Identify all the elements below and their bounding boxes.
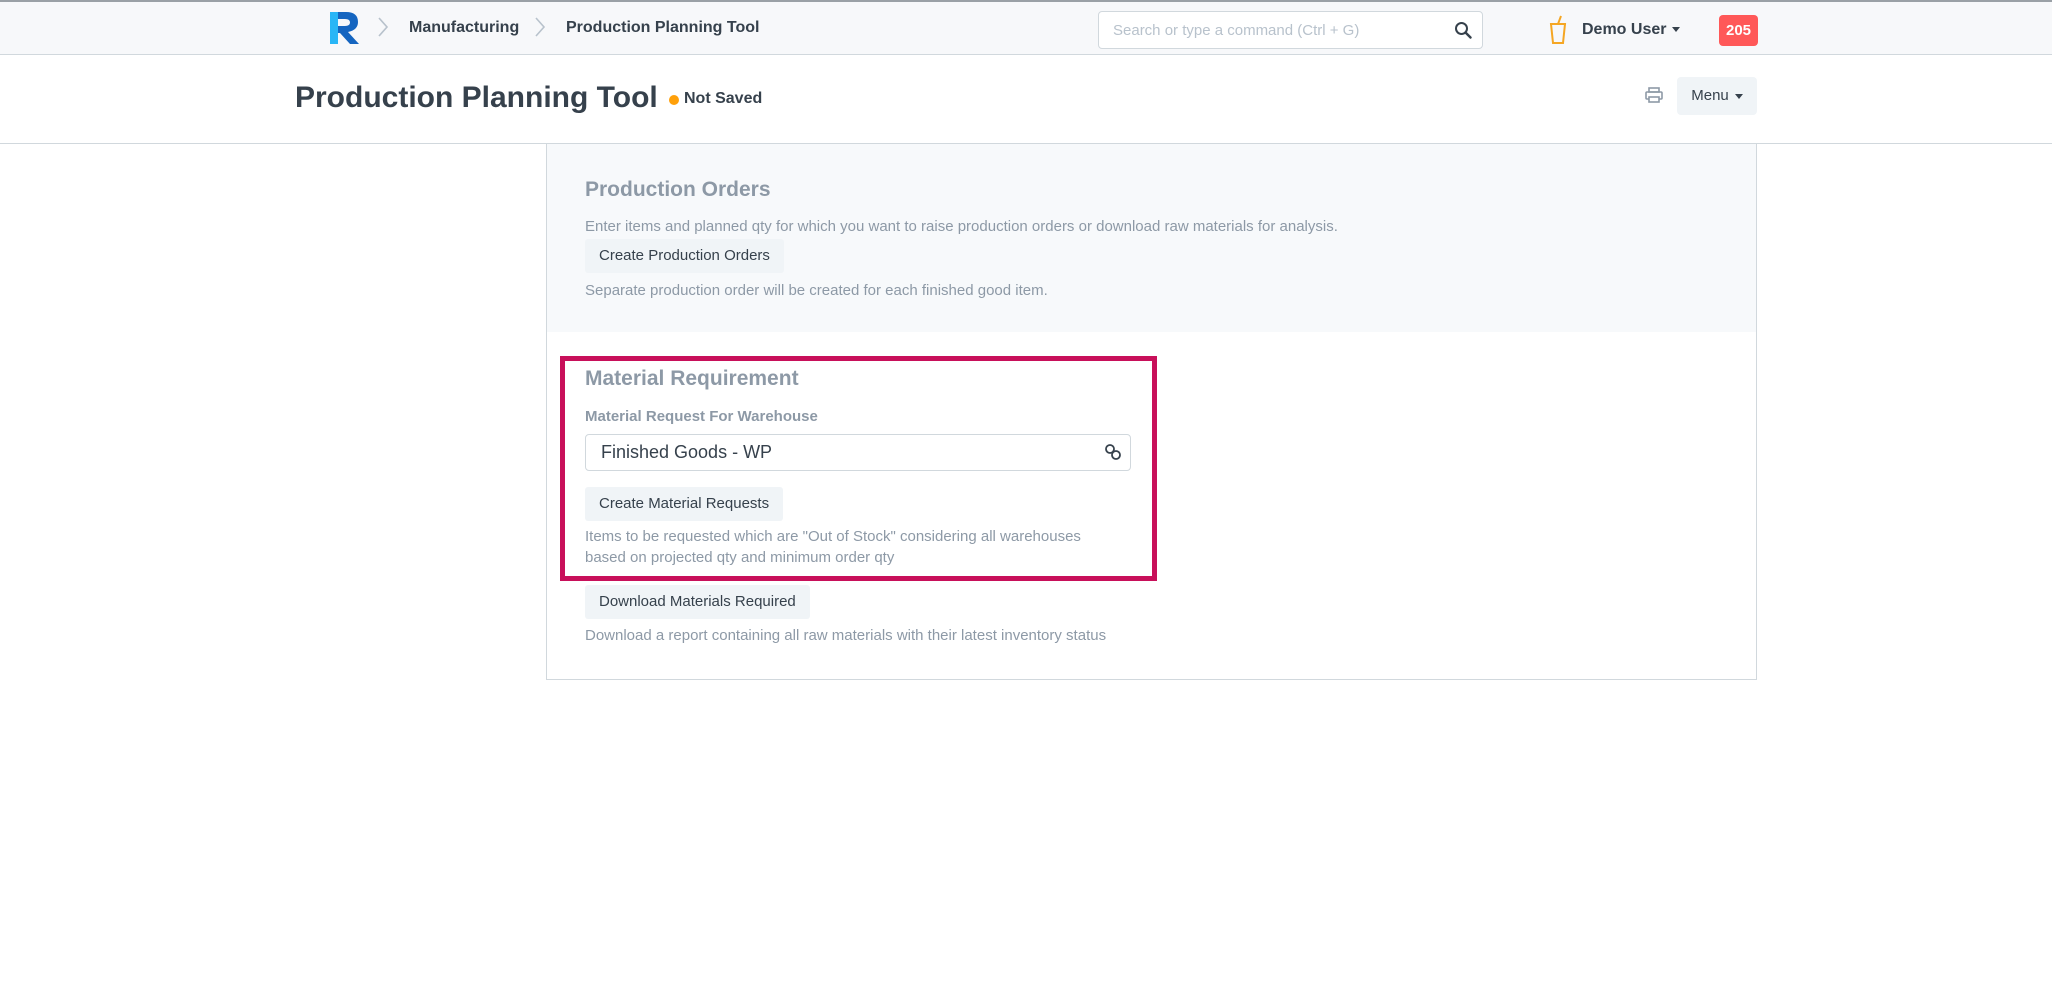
material-request-help-line-2: based on projected qty and minimum order… xyxy=(585,549,895,566)
printer-icon[interactable] xyxy=(1645,87,1663,103)
menu-button[interactable]: Menu xyxy=(1677,77,1757,115)
search-input[interactable] xyxy=(1111,12,1441,48)
user-name: Demo User xyxy=(1582,21,1667,38)
caret-down-icon xyxy=(1734,93,1743,99)
breadcrumb-manufacturing[interactable]: Manufacturing xyxy=(409,19,519,37)
warehouse-link-field xyxy=(585,434,1131,471)
create-production-orders-button[interactable]: Create Production Orders xyxy=(585,239,784,273)
material-request-help-line-1: Items to be requested which are "Out of … xyxy=(585,528,1081,545)
search-icon[interactable] xyxy=(1454,21,1472,39)
chevron-right-icon xyxy=(378,17,389,37)
production-orders-description: Enter items and planned qty for which yo… xyxy=(585,218,1338,235)
download-materials-help: Download a report containing all raw mat… xyxy=(585,627,1107,644)
navbar: Manufacturing Production Planning Tool D… xyxy=(0,0,2052,55)
status-indicator-dot xyxy=(669,95,679,105)
production-orders-heading: Production Orders xyxy=(585,178,771,201)
search-box xyxy=(1098,11,1483,49)
create-material-requests-button[interactable]: Create Material Requests xyxy=(585,487,784,521)
form-panel: Production Orders Enter items and planne… xyxy=(546,144,1757,680)
production-orders-section: Production Orders Enter items and planne… xyxy=(547,144,1756,332)
material-requirement-heading: Material Requirement xyxy=(585,367,799,390)
logo-r-icon[interactable] xyxy=(326,8,362,46)
warehouse-input[interactable] xyxy=(599,435,1089,470)
caret-down-icon xyxy=(1672,27,1681,33)
menu-button-label: Menu xyxy=(1691,87,1729,104)
status-text: Not Saved xyxy=(684,90,763,107)
warehouse-field-label: Material Request For Warehouse xyxy=(585,408,818,425)
page-title: Production Planning Tool xyxy=(295,81,658,114)
page-head: Production Planning Tool Not Saved Menu xyxy=(0,55,2052,144)
link-icon[interactable] xyxy=(1104,443,1122,461)
breadcrumb-production-planning-tool[interactable]: Production Planning Tool xyxy=(566,19,759,37)
production-orders-note: Separate production order will be create… xyxy=(585,282,1048,299)
chevron-right-icon xyxy=(535,17,546,37)
notification-badge[interactable]: 205 xyxy=(1719,15,1758,46)
cup-icon xyxy=(1549,15,1567,44)
download-materials-required-button[interactable]: Download Materials Required xyxy=(585,585,810,619)
user-menu[interactable]: Demo User xyxy=(1582,21,1681,39)
